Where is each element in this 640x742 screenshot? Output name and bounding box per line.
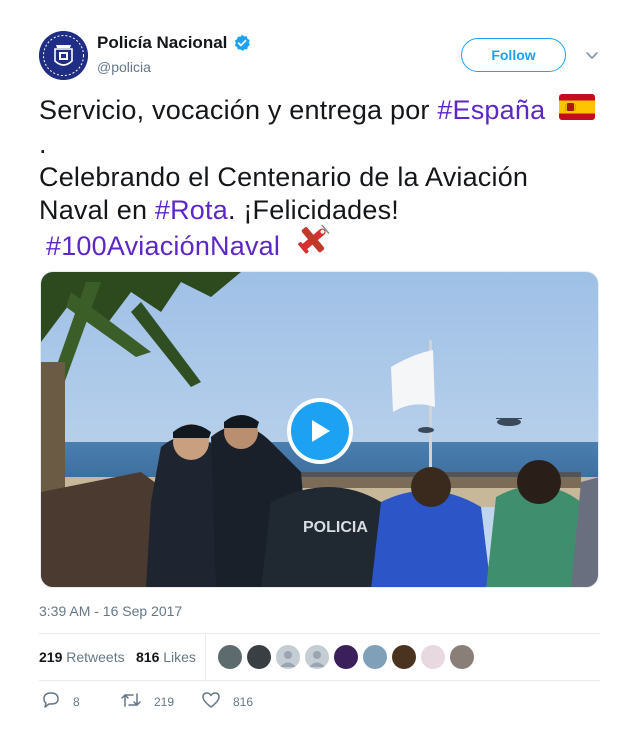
retweets-stat[interactable]: 219 Retweets xyxy=(39,649,125,665)
like-action[interactable]: 816 xyxy=(201,690,253,713)
play-icon xyxy=(291,402,349,460)
tweet-header: Policía Nacional @policia Follow xyxy=(39,31,601,81)
tweet-line-5: #100AviaciónNaval xyxy=(39,224,609,265)
liker-avatar[interactable] xyxy=(276,645,300,669)
tweet-text-segment: Naval en xyxy=(39,195,155,226)
like-count: 816 xyxy=(233,694,254,709)
likes-count: 816 xyxy=(136,649,160,665)
play-button[interactable] xyxy=(287,398,353,464)
avatar[interactable] xyxy=(39,31,88,80)
account-name[interactable]: Policía Nacional xyxy=(97,33,227,53)
tweet-text-segment: Servicio, vocación y entrega por xyxy=(39,95,438,125)
retweets-count: 219 xyxy=(39,649,63,665)
reply-count: 8 xyxy=(73,694,80,709)
liker-avatar[interactable] xyxy=(450,645,474,669)
video-player[interactable]: POLICIA xyxy=(40,271,599,588)
retweet-count: 219 xyxy=(154,694,175,709)
follow-button[interactable]: Follow xyxy=(461,38,566,72)
stats-divider xyxy=(205,634,206,680)
account-handle[interactable]: @policia xyxy=(97,59,151,75)
tweet-timestamp[interactable]: 3:39 AM - 16 Sep 2017 xyxy=(39,603,182,619)
liker-avatars xyxy=(218,645,479,669)
tweet-line-2: . xyxy=(39,129,47,160)
likes-stat[interactable]: 816 Likes xyxy=(136,649,196,665)
name-row: Policía Nacional xyxy=(97,33,251,53)
airplane-icon xyxy=(288,224,332,265)
retweet-action[interactable]: 219 xyxy=(120,690,174,713)
verified-badge-icon xyxy=(233,34,251,52)
chevron-down-icon[interactable] xyxy=(584,47,600,63)
retweets-label: Retweets xyxy=(66,649,125,665)
liker-avatar[interactable] xyxy=(363,645,387,669)
video-background-text: POLICIA xyxy=(303,519,368,536)
retweet-icon xyxy=(120,690,154,713)
tweet-actions: 8 219 816 xyxy=(39,690,600,714)
liker-avatar[interactable] xyxy=(334,645,358,669)
heart-icon xyxy=(201,690,233,713)
reply-icon xyxy=(41,690,73,713)
divider xyxy=(39,680,600,681)
likes-label: Likes xyxy=(163,649,196,665)
liker-avatar[interactable] xyxy=(218,645,242,669)
hashtag-rota[interactable]: #Rota xyxy=(155,195,228,225)
liker-avatar[interactable] xyxy=(421,645,445,669)
tweet-text: Servicio, vocación y entrega por #España… xyxy=(39,94,609,265)
liker-avatar[interactable] xyxy=(392,645,416,669)
reply-action[interactable]: 8 xyxy=(41,690,80,713)
tweet-stats: 219 Retweets 816 Likes xyxy=(39,634,600,680)
tweet-line-3: Celebrando el Centenario de la Aviación xyxy=(39,162,529,193)
liker-avatar[interactable] xyxy=(305,645,329,669)
hashtag-espana[interactable]: #España xyxy=(437,95,545,125)
hashtag-100aviacionnaval[interactable]: #100AviaciónNaval xyxy=(46,231,280,261)
spain-flag-icon xyxy=(553,94,596,128)
liker-avatar[interactable] xyxy=(247,645,271,669)
tweet-line-1: Servicio, vocación y entrega por #España xyxy=(39,94,609,128)
